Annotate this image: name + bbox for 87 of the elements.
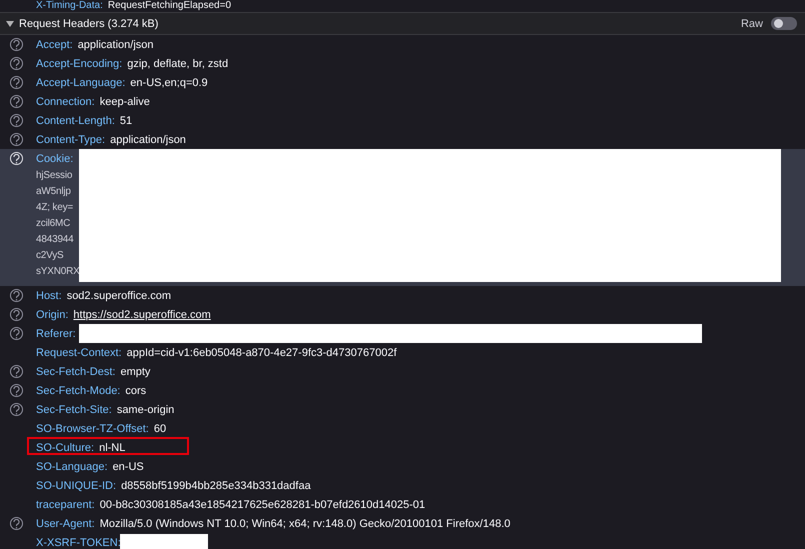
header-name: traceparent: (36, 498, 95, 510)
header-value: en-US,en;q=0.9 (130, 76, 208, 88)
header-value: hjSessio (36, 169, 74, 183)
header-name: Accept-Encoding: (36, 58, 122, 70)
help-icon[interactable] (10, 114, 22, 127)
help-icon[interactable] (10, 76, 22, 89)
header-row[interactable]: Sec-Fetch-Site: same-origin (0, 400, 805, 419)
help-icon[interactable] (10, 38, 22, 51)
header-row[interactable]: Cookie: hjSessio aW5nljp 4Z; key= zcil6MC 4843944 c2VyS sYXN0RX (0, 149, 805, 286)
header-name: SO-Language: (36, 460, 108, 472)
header-value: Mozilla/5.0 (Windows NT 10.0; Win64; x64; rv:148.0) Gecko/20100101 Firefox/148.0 (100, 518, 510, 530)
header-row[interactable]: traceparent: 00-b8c30308185a43e1854217625e628281-b07efd2610d14025-01 (0, 495, 805, 514)
header-row[interactable]: User-Agent: Mozilla/5.0 (Windows NT 10.0; Win64; x64; rv:148.0) Gecko/20100101 Firefox/148.0 (0, 514, 805, 533)
header-name: Sec-Fetch-Dest: (36, 366, 116, 378)
header-name: Request-Context: (36, 346, 122, 358)
header-row[interactable]: Content-Type: application/json (0, 130, 805, 149)
header-row[interactable]: Connection: keep-alive (0, 92, 805, 111)
header-name: Origin: (36, 308, 68, 320)
header-row[interactable]: Content-Length: 51 (0, 111, 805, 130)
raw-label: Raw (740, 18, 763, 30)
header-value: zcil6MC (36, 217, 72, 231)
header-name: X-Timing-Data: (36, 0, 103, 12)
header-name: Content-Type: (36, 134, 106, 146)
header-value-link[interactable]: https://sod2.superoffice.com (73, 308, 211, 320)
header-row[interactable]: Accept-Encoding: gzip, deflate, br, zstd (0, 54, 805, 73)
header-row[interactable]: SO-Browser-TZ-Offset: 60 (0, 419, 805, 438)
help-icon[interactable] (10, 384, 22, 397)
help-icon[interactable] (10, 517, 22, 530)
header-row[interactable]: Accept-Language: en-US,en;q=0.9 (0, 73, 805, 92)
help-icon[interactable] (10, 57, 22, 70)
header-value: application/json (110, 134, 186, 146)
header-name: Content-Length: (36, 114, 115, 126)
header-name: Host: (36, 290, 62, 302)
header-name: User-Agent: (36, 518, 95, 530)
header-value: RequestFetchingElapsed=0 (108, 0, 232, 12)
header-row[interactable]: Sec-Fetch-Dest: empty (0, 362, 805, 381)
header-value: c2VyS (36, 249, 65, 263)
header-row[interactable]: Referer: (0, 324, 805, 343)
header-value: d8558bf5199b4bb285e334b331dadfaa (121, 480, 311, 492)
help-icon[interactable] (10, 403, 22, 416)
header-value: same-origin (116, 404, 174, 416)
header-row[interactable]: SO-Language: en-US (0, 457, 805, 476)
header-value: sYXN0RX (36, 265, 80, 279)
help-icon[interactable] (10, 327, 22, 340)
help-icon[interactable] (10, 308, 22, 321)
header-name: Sec-Fetch-Site: (36, 404, 112, 416)
raw-toggle[interactable] (771, 17, 797, 30)
section-header[interactable]: Request Headers (3.274 kB) Raw (0, 12, 805, 35)
header-value: sod2.superoffice.com (66, 290, 172, 302)
expand-triangle-icon[interactable] (6, 20, 14, 26)
header-name: Accept-Language: (36, 76, 126, 88)
help-icon[interactable] (10, 289, 22, 302)
header-value: application/json (78, 38, 154, 50)
help-icon[interactable] (10, 95, 22, 108)
header-row[interactable]: SO-UNIQUE-ID: d8558bf5199b4bb285e334b331dadfaa (0, 476, 805, 495)
header-name: Sec-Fetch-Mode: (36, 384, 120, 396)
header-name: Cookie: (36, 152, 74, 164)
header-name: Accept: (36, 38, 73, 50)
header-value: gzip, deflate, br, zstd (127, 58, 228, 70)
help-icon[interactable] (10, 133, 22, 146)
help-icon[interactable] (10, 365, 22, 378)
header-value: nl-NL (99, 442, 126, 454)
header-name: SO-Browser-TZ-Offset: (36, 422, 149, 434)
header-value: 51 (120, 114, 132, 126)
header-value: en-US (112, 460, 144, 472)
header-value: cors (125, 384, 146, 396)
header-name: X-XSRF-TOKEN: (36, 536, 121, 548)
header-value: empty (120, 366, 150, 378)
header-row[interactable]: Request-Context: appId=cid-v1:6eb05048-a870-4e27-9fc3-d4730767002f (0, 343, 805, 362)
header-row[interactable]: Accept: application/json (0, 35, 805, 54)
section-title: Request Headers (3.274 kB) (19, 18, 160, 30)
header-row[interactable]: SO-Culture: nl-NL (0, 438, 805, 457)
header-value: 00-b8c30308185a43e1854217625e628281-b07efd2610d14025-01 (100, 498, 426, 510)
header-name: SO-UNIQUE-ID: (36, 480, 116, 492)
header-value: 60 (154, 422, 166, 434)
header-value: 4843944 (36, 233, 75, 247)
header-row[interactable]: X-XSRF-TOKEN: (0, 533, 805, 549)
header-name: Referer: (36, 328, 76, 340)
header-name: SO-Culture: (36, 442, 94, 454)
header-row[interactable]: Host: sod2.superoffice.com (0, 286, 805, 305)
header-value: 4Z; key= (36, 201, 74, 215)
header-value: keep-alive (100, 96, 150, 108)
header-value: appId=cid-v1:6eb05048-a870-4e27-9fc3-d4730767002f (126, 346, 397, 358)
header-row[interactable]: Origin: https://sod2.superoffice.com (0, 305, 805, 324)
header-value: aW5nljp (36, 185, 72, 199)
header-row[interactable]: Sec-Fetch-Mode: cors (0, 381, 805, 400)
header-name: Connection: (36, 96, 95, 108)
